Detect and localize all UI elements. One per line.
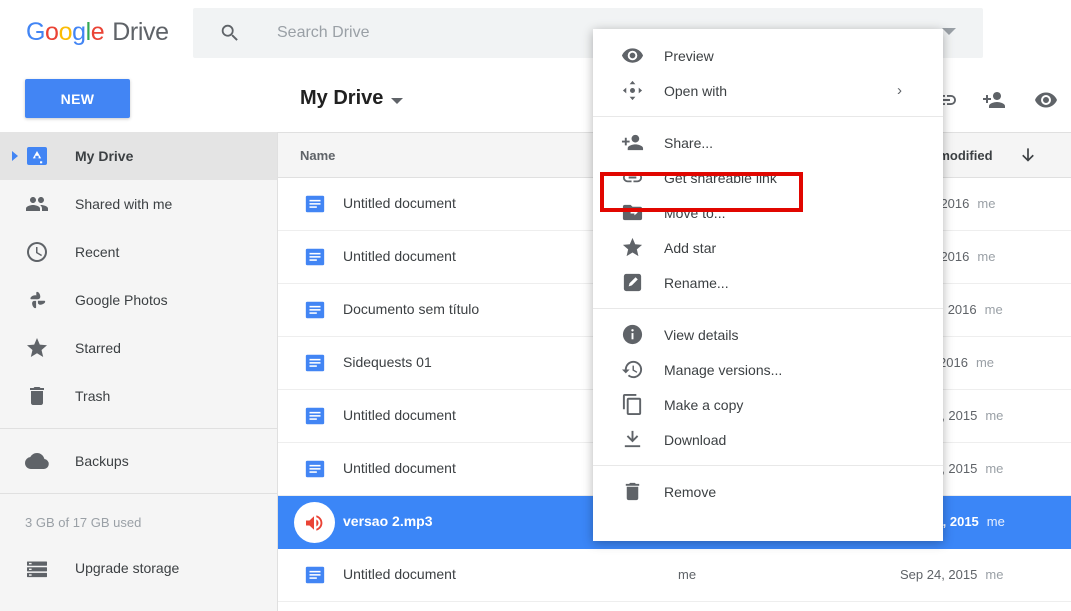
file-name: Sidequests 01 [343, 354, 432, 370]
history-icon [621, 358, 644, 381]
menu-item-add-star[interactable]: Add star [593, 230, 943, 265]
download-icon [621, 428, 644, 451]
menu-item-make-a-copy[interactable]: Make a copy [593, 387, 943, 422]
trash-icon [621, 480, 644, 503]
chevron-right-icon: › [897, 82, 902, 99]
photos-pinwheel-icon [25, 288, 49, 312]
menu-item-rename[interactable]: Rename... [593, 265, 943, 300]
audio-file-icon [303, 511, 325, 533]
search-icon [219, 22, 241, 44]
people-icon [25, 192, 49, 216]
menu-item-label: Move to... [664, 204, 726, 221]
google-docs-icon [304, 564, 326, 586]
clock-icon [25, 240, 49, 264]
file-name: Untitled document [343, 248, 456, 264]
sidebar-item-shared-with-me[interactable]: Shared with me [0, 180, 277, 228]
storage-usage-text: 3 GB of 17 GB used [25, 515, 142, 530]
copy-icon [621, 393, 644, 416]
sidebar: My Drive Shared with me Recent Google Ph… [0, 132, 278, 611]
star-icon [621, 236, 644, 259]
product-name: Drive [112, 18, 169, 46]
context-menu: Preview Open with › Share... Get shareable l… [593, 29, 943, 541]
sidebar-item-my-drive[interactable]: My Drive [0, 132, 277, 180]
google-docs-icon [304, 299, 326, 321]
column-header-name[interactable]: Name [300, 148, 335, 163]
file-name: versao 2.mp3 [343, 513, 433, 529]
sidebar-item-label: Starred [75, 340, 121, 356]
page-title[interactable]: My Drive [300, 87, 383, 110]
menu-item-view-details[interactable]: View details [593, 317, 943, 352]
menu-divider [593, 116, 943, 117]
sidebar-item-trash[interactable]: Trash [0, 372, 277, 420]
google-docs-icon [304, 246, 326, 268]
file-modified: Sep 24, 2015 me [900, 567, 1004, 582]
sidebar-item-label: My Drive [75, 148, 134, 164]
menu-item-move-to[interactable]: Move to... [593, 195, 943, 230]
google-docs-icon [304, 458, 326, 480]
google-docs-icon [304, 352, 326, 374]
menu-item-label: Make a copy [664, 396, 744, 413]
file-name: Documento sem título [343, 301, 480, 317]
menu-item-open-with[interactable]: Open with › [593, 73, 943, 108]
sidebar-divider-2 [0, 493, 277, 494]
menu-item-label: Open with [664, 82, 728, 99]
menu-item-label: Preview [664, 47, 714, 64]
link-icon [621, 166, 644, 189]
sidebar-item-label: Trash [75, 388, 111, 404]
menu-item-label: Add star [664, 239, 717, 256]
google-drive-logo[interactable]: Google Drive [26, 18, 169, 47]
storage-bars-icon [25, 557, 49, 581]
eye-preview-icon [621, 44, 644, 67]
menu-item-label: Download [664, 431, 727, 448]
menu-item-manage-versions[interactable]: Manage versions... [593, 352, 943, 387]
menu-item-remove[interactable]: Remove [593, 474, 943, 509]
google-drive-app: GoogleDrive NEW My Drive [0, 0, 1071, 611]
upgrade-storage-button[interactable]: Upgrade storage [0, 544, 277, 592]
table-row[interactable]: Untitled document me Sep 24, 2015 me [278, 549, 1071, 602]
menu-item-share[interactable]: Share... [593, 125, 943, 160]
open-with-icon [621, 79, 644, 102]
search-options-chevron-down-icon[interactable] [942, 28, 956, 35]
google-docs-icon [304, 405, 326, 427]
menu-divider [593, 465, 943, 466]
file-name: Untitled document [343, 460, 456, 476]
menu-item-preview[interactable]: Preview [593, 38, 943, 73]
menu-item-get-shareable-link[interactable]: Get shareable link [593, 160, 943, 195]
menu-item-label: View details [664, 326, 739, 343]
sidebar-item-starred[interactable]: Starred [0, 324, 277, 372]
new-button[interactable]: NEW [25, 79, 130, 118]
move-to-icon [621, 201, 644, 224]
google-docs-icon [304, 193, 326, 215]
drive-icon [25, 144, 49, 168]
expand-triangle-icon[interactable] [12, 151, 18, 161]
menu-item-label: Rename... [664, 274, 729, 291]
file-name: Untitled document [343, 195, 456, 211]
info-icon [621, 323, 644, 346]
sidebar-divider-1 [0, 428, 277, 429]
file-name: Untitled document [343, 566, 456, 582]
breadcrumb-chevron-down-icon[interactable] [391, 98, 403, 104]
menu-item-download[interactable]: Download [593, 422, 943, 457]
sidebar-item-google-photos[interactable]: Google Photos [0, 276, 277, 324]
menu-item-label: Share... [664, 134, 714, 151]
file-owner: me [678, 567, 697, 582]
trash-icon [25, 384, 49, 408]
eye-preview-icon[interactable] [1034, 88, 1058, 112]
person-add-icon[interactable] [982, 88, 1006, 112]
sidebar-item-recent[interactable]: Recent [0, 228, 277, 276]
sidebar-item-label: Backups [75, 453, 129, 469]
sidebar-item-label: Recent [75, 244, 120, 260]
cloud-icon [25, 449, 49, 473]
file-name: Untitled document [343, 407, 456, 423]
menu-item-label: Remove [664, 483, 717, 500]
star-icon [25, 336, 49, 360]
arrow-down-icon[interactable] [1018, 145, 1038, 165]
sidebar-item-backups[interactable]: Backups [0, 437, 277, 485]
person-add-icon [621, 131, 644, 154]
menu-divider [593, 308, 943, 309]
rename-icon [621, 271, 644, 294]
